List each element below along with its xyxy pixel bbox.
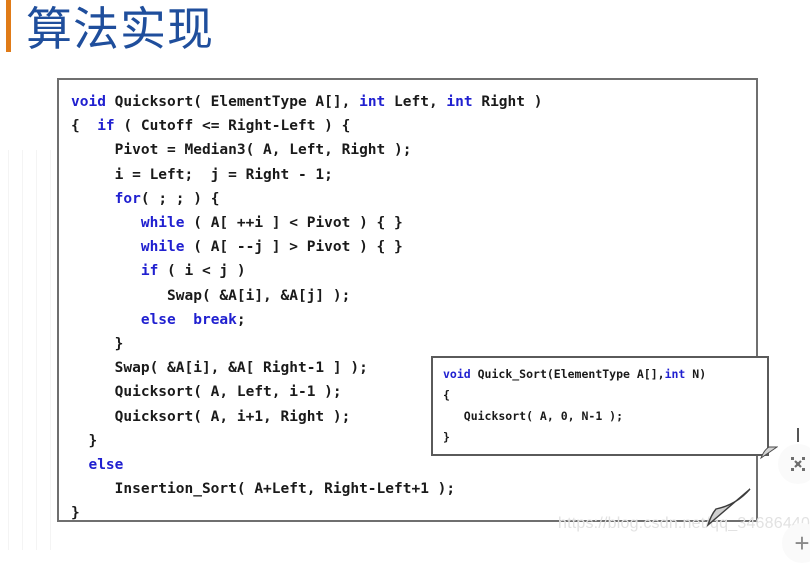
page-title: 算法实现 xyxy=(26,2,214,56)
title-accent-bar xyxy=(6,0,11,52)
code-line: } xyxy=(71,501,542,525)
code-text: } xyxy=(443,430,450,444)
code-line: { xyxy=(443,385,706,406)
code-line: if ( i < j ) xyxy=(71,259,542,283)
code-text: Right ) xyxy=(472,94,543,110)
code-line: void Quicksort( ElementType A[], int Lef… xyxy=(71,90,542,114)
code-keyword: while xyxy=(140,215,185,232)
code-text: { xyxy=(443,388,450,402)
code-text: Quicksort( ElementType A[], xyxy=(105,94,360,110)
code-text: } xyxy=(71,432,98,449)
code-line: while ( A[ --j ] > Pivot ) { } xyxy=(71,235,542,259)
code-keyword: for xyxy=(114,190,141,207)
code-text: ( A[ ++i ] < Pivot ) { } xyxy=(184,215,403,232)
code-line: else break; xyxy=(71,308,542,332)
code-line: else xyxy=(71,453,542,477)
code-keyword: int xyxy=(446,94,473,110)
watermark-text: https://blog.csdn.net/qq_34686440 xyxy=(558,515,810,532)
code-text: ( A[ --j ] > Pivot ) { } xyxy=(184,239,403,256)
code-keyword: int xyxy=(664,367,686,381)
code-line: } xyxy=(443,427,706,448)
code-text: ( i < j ) xyxy=(158,263,246,280)
code-keyword: int xyxy=(359,94,386,110)
code-text: i = Left; j = Right - 1; xyxy=(71,166,333,183)
control-tick-mark xyxy=(797,428,799,442)
code-keyword: while xyxy=(140,239,185,256)
collapse-arrows-icon xyxy=(791,457,805,471)
code-keyword: if xyxy=(97,118,115,135)
code-text: Quick_Sort(ElementType A[], xyxy=(470,367,665,381)
code-text: Quicksort( A, i+1, Right ); xyxy=(71,408,351,425)
code-keyword: break xyxy=(193,311,237,328)
code-text: Insertion_Sort( A+Left, Right-Left+1 ); xyxy=(71,481,456,498)
code-text: ; xyxy=(236,311,246,328)
code-keyword: if xyxy=(140,263,159,280)
code-line: while ( A[ ++i ] < Pivot ) { } xyxy=(71,211,542,235)
page-curl-small-icon xyxy=(760,446,778,460)
code-text: { xyxy=(71,118,98,135)
code-text: Swap( &A[i], &A[ Right-1 ] ); xyxy=(71,360,368,377)
code-keyword: else xyxy=(140,311,176,328)
code-text: Swap( &A[i], &A[j] ); xyxy=(71,287,351,304)
code-line: { if ( Cutoff <= Right-Left ) { xyxy=(71,114,542,138)
quick-sort-wrapper-code: void Quick_Sort(ElementType A[],int N){ … xyxy=(443,364,706,448)
code-keyword: void xyxy=(71,94,106,110)
code-text: ( Cutoff <= Right-Left ) { xyxy=(114,118,351,135)
code-line: } xyxy=(71,332,542,356)
code-text: ( ; ; ) { xyxy=(140,190,220,207)
code-line: i = Left; j = Right - 1; xyxy=(71,163,542,187)
code-line: Swap( &A[i], &A[j] ); xyxy=(71,284,542,308)
collapse-fullscreen-button[interactable] xyxy=(778,444,810,484)
code-text: } xyxy=(71,505,80,522)
code-text: Pivot = Median3( A, Left, Right ); xyxy=(71,142,412,159)
code-text: Quicksort( A, 0, N-1 ); xyxy=(443,409,624,423)
code-text: Quicksort( A, Left, i-1 ); xyxy=(71,384,342,401)
code-text: } xyxy=(71,336,124,353)
wrapper-code-callout: void Quick_Sort(ElementType A[],int N){ … xyxy=(431,356,769,456)
code-line: for( ; ; ) { xyxy=(71,187,542,211)
code-keyword: else xyxy=(88,457,124,474)
code-line: Pivot = Median3( A, Left, Right ); xyxy=(71,138,542,162)
quicksort-code: void Quicksort( ElementType A[], int Lef… xyxy=(71,90,542,526)
code-text: N) xyxy=(685,367,707,381)
code-line: Insertion_Sort( A+Left, Right-Left+1 ); xyxy=(71,477,542,501)
zoom-in-button[interactable]: + xyxy=(782,523,810,563)
code-line: void Quick_Sort(ElementType A[],int N) xyxy=(443,364,706,385)
code-keyword: void xyxy=(443,367,471,381)
code-text: Left, xyxy=(385,94,447,110)
page-curl-large-icon xyxy=(706,488,751,527)
code-line: Quicksort( A, 0, N-1 ); xyxy=(443,406,706,427)
